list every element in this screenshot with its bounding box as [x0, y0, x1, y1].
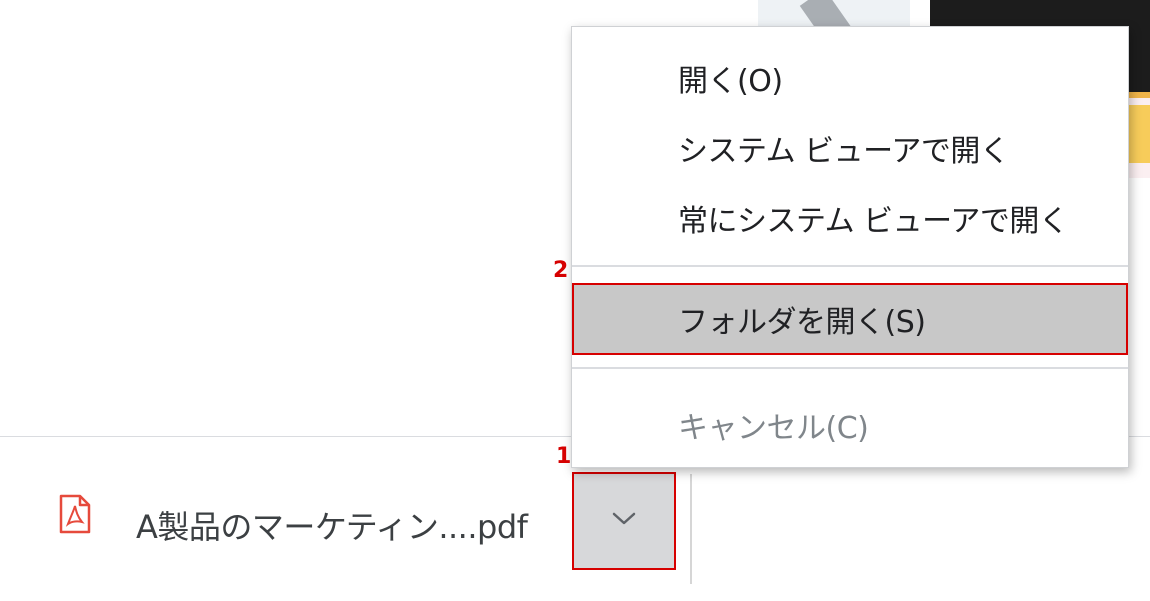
- step-label-1: 1: [556, 444, 572, 469]
- menu-separator: [572, 265, 1128, 267]
- download-filename[interactable]: A製品のマーケティン....pdf: [136, 502, 528, 548]
- shelf-divider: [690, 474, 692, 584]
- step-label-2: 2: [553, 258, 569, 283]
- menu-item-open[interactable]: 開く(O): [572, 48, 1128, 108]
- menu-item-cancel[interactable]: キャンセル(C): [572, 395, 1128, 455]
- menu-separator: [572, 367, 1128, 369]
- menu-item-always-open-system-viewer[interactable]: 常にシステム ビューアで開く: [572, 188, 1128, 248]
- pdf-icon: [58, 494, 92, 534]
- chevron-down-icon: [611, 511, 637, 531]
- menu-item-open-system-viewer[interactable]: システム ビューアで開く: [572, 118, 1128, 178]
- menu-item-show-in-folder[interactable]: フォルダを開く(S): [572, 283, 1128, 355]
- download-context-menu: 開く(O) システム ビューアで開く 常にシステム ビューアで開く フォルダを開…: [571, 26, 1129, 468]
- download-options-button[interactable]: [572, 472, 676, 570]
